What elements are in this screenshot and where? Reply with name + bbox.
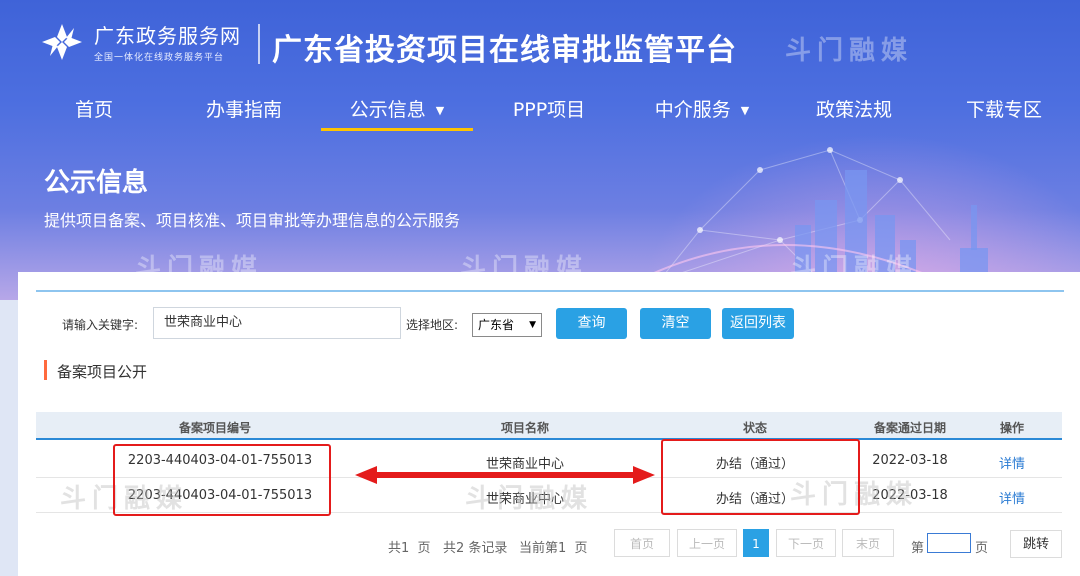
pager-text: 共1 bbox=[388, 541, 410, 556]
caret-down-icon: ▼ bbox=[740, 104, 750, 117]
double-arrow-annotation bbox=[355, 466, 655, 484]
nav-label: 公示信息 bbox=[349, 99, 426, 121]
pager-total-pages: 共1 页 bbox=[388, 537, 431, 556]
select-arrow-icon: ▼ bbox=[529, 320, 536, 330]
nav-item-ppp[interactable]: PPP项目 bbox=[475, 88, 623, 132]
pager-text: 条记录 bbox=[468, 541, 508, 556]
column-header-action: 操作 bbox=[999, 421, 1024, 435]
pager-text: 共2 bbox=[443, 541, 465, 556]
query-button[interactable]: 查询 bbox=[556, 308, 627, 339]
detail-link[interactable]: 详情 bbox=[980, 488, 1044, 507]
logo-name[interactable]: 广东政务服务网 bbox=[94, 20, 241, 49]
column-header-code: 备案项目编号 bbox=[178, 421, 251, 435]
section-marker bbox=[44, 360, 47, 380]
nav-label: 下载专区 bbox=[965, 99, 1042, 121]
goto-page-input[interactable] bbox=[927, 533, 971, 553]
first-page-button[interactable]: 首页 bbox=[614, 529, 670, 557]
card-top-border bbox=[36, 290, 1064, 292]
nav-item-home[interactable]: 首页 bbox=[20, 88, 168, 132]
logo-subtitle: 全国一体化在线政务服务平台 bbox=[94, 53, 225, 63]
column-header-date: 备案通过日期 bbox=[873, 421, 946, 435]
region-select[interactable]: 广东省 ▼ bbox=[472, 313, 542, 337]
goto-suffix: 页 bbox=[975, 541, 989, 556]
keyword-input[interactable]: 世荣商业中心 bbox=[153, 307, 401, 339]
nav-item-agency[interactable]: 中介服务 ▼ bbox=[626, 88, 778, 132]
table-header-underline bbox=[36, 438, 1062, 440]
nav-item-public-info[interactable]: 公示信息 ▼ bbox=[321, 88, 473, 132]
pager-text: 当前第1 bbox=[519, 541, 567, 556]
pager-text: 页 bbox=[574, 541, 588, 556]
section-title: 备案项目公开 bbox=[57, 363, 148, 381]
jump-button[interactable]: 跳转 bbox=[1010, 530, 1062, 558]
page-description: 提供项目备案、项目核准、项目审批等办理信息的公示服务 bbox=[44, 211, 461, 230]
region-label: 选择地区: bbox=[406, 318, 459, 332]
keyword-label: 请输入关键字: bbox=[62, 318, 139, 332]
caret-down-icon: ▼ bbox=[435, 104, 445, 117]
detail-link[interactable]: 详情 bbox=[980, 453, 1044, 472]
platform-title: 广东省投资项目在线审批监管平台 bbox=[272, 33, 737, 68]
column-header-status: 状态 bbox=[742, 421, 767, 435]
highlight-box-status bbox=[661, 439, 860, 515]
last-page-button[interactable]: 末页 bbox=[842, 529, 894, 557]
nav-label: 办事指南 bbox=[205, 99, 282, 121]
prev-page-button[interactable]: 上一页 bbox=[677, 529, 737, 557]
gd-logo-icon[interactable] bbox=[40, 22, 84, 62]
nav-label: 中介服务 bbox=[654, 99, 731, 121]
nav-label: PPP项目 bbox=[512, 99, 586, 121]
nav-label: 首页 bbox=[74, 99, 113, 121]
pager-total-records: 共2 条记录 bbox=[443, 537, 507, 556]
site-header: 广东政务服务网 全国一体化在线政务服务平台 广东省投资项目在线审批监管平台 bbox=[0, 0, 1080, 88]
watermark: 斗门融媒 bbox=[785, 36, 914, 66]
back-to-list-button[interactable]: 返回列表 bbox=[722, 308, 794, 339]
nav-item-policy[interactable]: 政策法规 bbox=[780, 88, 928, 132]
pager-current-page: 当前第1 页 bbox=[519, 537, 588, 556]
goto-prefix: 第 bbox=[911, 541, 925, 556]
highlight-box-codes bbox=[113, 444, 331, 516]
region-select-value: 广东省 bbox=[478, 318, 515, 332]
main-nav: 首页 办事指南 公示信息 ▼ PPP项目 中介服务 ▼ 政策法规 下载专区 bbox=[0, 88, 1080, 132]
clear-button[interactable]: 清空 bbox=[640, 308, 711, 339]
column-header-name: 项目名称 bbox=[500, 421, 549, 435]
nav-item-guide[interactable]: 办事指南 bbox=[170, 88, 318, 132]
nav-item-download[interactable]: 下载专区 bbox=[930, 88, 1078, 132]
header-divider bbox=[258, 24, 260, 64]
next-page-button[interactable]: 下一页 bbox=[776, 529, 836, 557]
page-1-button[interactable]: 1 bbox=[743, 529, 769, 557]
nav-active-indicator bbox=[321, 128, 473, 131]
cell-date: 2022-03-18 bbox=[872, 453, 948, 468]
nav-label: 政策法规 bbox=[815, 99, 892, 121]
page-title: 公示信息 bbox=[44, 168, 149, 198]
pager-text: 页 bbox=[417, 541, 431, 556]
